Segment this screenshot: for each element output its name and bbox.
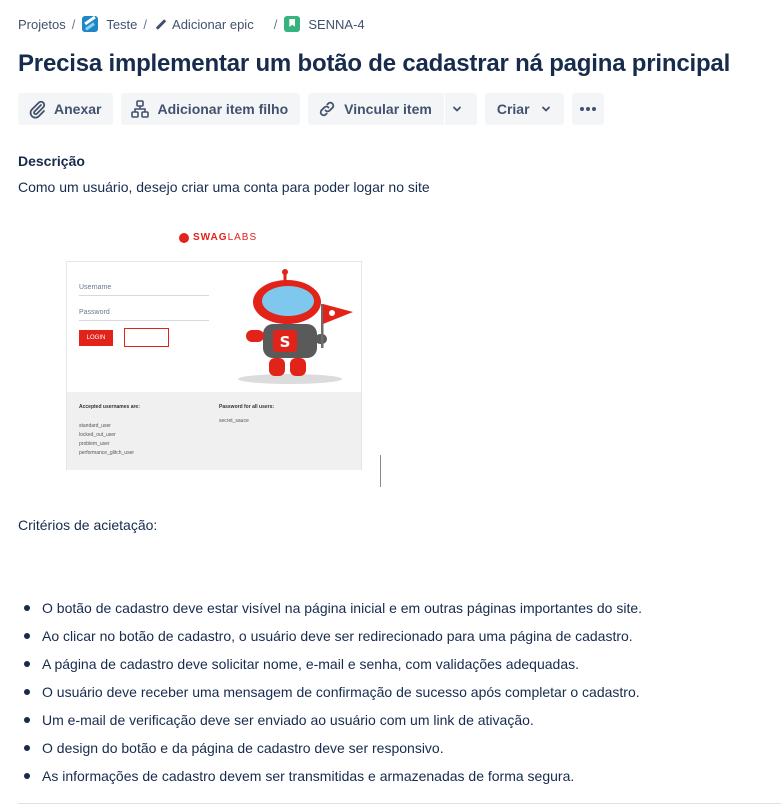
username-item: performance_glitch_user xyxy=(79,450,135,456)
pencil-icon xyxy=(154,18,166,30)
chevron-down-icon xyxy=(541,106,550,112)
criteria-label: Critérios de acietação: xyxy=(18,517,158,533)
criteria-list: O botão de cadastro deve estar visível n… xyxy=(24,600,642,796)
criteria-item: O design do botão e da página de cadastr… xyxy=(24,740,642,768)
criteria-item: O usuário deve receber uma mensagem de c… xyxy=(24,684,642,712)
password-value: secret_sauce xyxy=(219,418,249,424)
breadcrumb-add-epic[interactable]: Adicionar epic xyxy=(154,17,254,32)
logo-mark-icon xyxy=(179,232,189,243)
login-card: Username Password LOGIN S Accepted usern… xyxy=(66,261,362,470)
link-label: Vincular item xyxy=(344,101,432,117)
username-item: locked_out_user xyxy=(79,432,116,438)
create-label: Criar xyxy=(496,101,530,117)
breadcrumb: Projetos / Teste / Adicionar epic / SENN… xyxy=(18,15,365,33)
password-field-image: Password xyxy=(79,309,209,321)
breadcrumb-separator: / xyxy=(273,16,278,32)
divider xyxy=(18,803,781,804)
criteria-item: As informações de cadastro devem ser tra… xyxy=(24,768,642,796)
text-cursor xyxy=(380,455,381,487)
attach-label: Anexar xyxy=(54,101,102,117)
criteria-item: Um e-mail de verificação deve ser enviad… xyxy=(24,712,642,740)
description-label: Descrição xyxy=(18,153,85,169)
link-icon xyxy=(320,101,335,117)
breadcrumb-separator: / xyxy=(143,16,148,32)
logo-light-text: LABS xyxy=(227,232,258,243)
team-icon xyxy=(82,16,99,32)
breadcrumb-projects[interactable]: Projetos xyxy=(18,17,66,32)
link-dropdown-button[interactable] xyxy=(444,93,477,125)
link-split-button: Vincular item xyxy=(308,93,477,125)
breadcrumb-team[interactable]: Teste xyxy=(82,16,137,32)
description-text[interactable]: Como um usuário, desejo criar uma conta … xyxy=(18,179,430,195)
logo-bold-text: SWAG xyxy=(193,232,228,243)
criteria-item: O botão de cadastro deve estar visível n… xyxy=(24,600,642,628)
more-button[interactable] xyxy=(571,93,604,125)
breadcrumb-team-label: Teste xyxy=(106,16,138,32)
highlight-box xyxy=(124,328,169,347)
more-icon xyxy=(579,107,596,111)
issue-toolbar: Anexar Adicionar item filho Vincular ite… xyxy=(18,93,604,125)
paperclip-icon xyxy=(29,100,46,119)
breadcrumb-add-epic-label: Adicionar epic xyxy=(172,16,254,32)
breadcrumb-separator: / xyxy=(71,16,76,32)
breadcrumb-issue-key-label: SENNA-4 xyxy=(308,16,365,32)
issue-title[interactable]: Precisa implementar um botão de cadastra… xyxy=(18,50,730,78)
criteria-item: Ao clicar no botão de cadastro, o usuári… xyxy=(24,628,642,656)
hierarchy-icon xyxy=(131,100,150,118)
login-button-image: LOGIN xyxy=(79,330,113,346)
accepted-usernames-heading: Accepted usernames are: xyxy=(79,404,140,410)
credentials-footer: Accepted usernames are: standard_user lo… xyxy=(67,392,361,470)
svg-text:S: S xyxy=(280,333,291,351)
username-item: problem_user xyxy=(79,441,110,447)
usernames-list: standard_user locked_out_user problem_us… xyxy=(79,422,134,458)
link-button[interactable]: Vincular item xyxy=(308,93,444,125)
chevron-down-icon xyxy=(453,106,462,112)
password-heading: Password for all users: xyxy=(219,404,275,410)
story-icon xyxy=(284,16,301,32)
create-button[interactable]: Criar xyxy=(484,93,564,125)
add-child-button[interactable]: Adicionar item filho xyxy=(121,93,301,125)
add-child-label: Adicionar item filho xyxy=(157,101,289,117)
swaglabs-logo: SWAG LABS xyxy=(179,232,257,243)
breadcrumb-issue-key[interactable]: SENNA-4 xyxy=(284,16,365,32)
attach-button[interactable]: Anexar xyxy=(18,93,114,125)
criteria-item: A página de cadastro deve solicitar nome… xyxy=(24,656,642,684)
username-field-image: Username xyxy=(79,284,209,296)
username-item: standard_user xyxy=(79,423,111,429)
attached-screenshot[interactable]: SWAG LABS Username Password LOGIN S Accep… xyxy=(66,225,362,470)
robot-mascot-illustration: S xyxy=(238,269,353,384)
